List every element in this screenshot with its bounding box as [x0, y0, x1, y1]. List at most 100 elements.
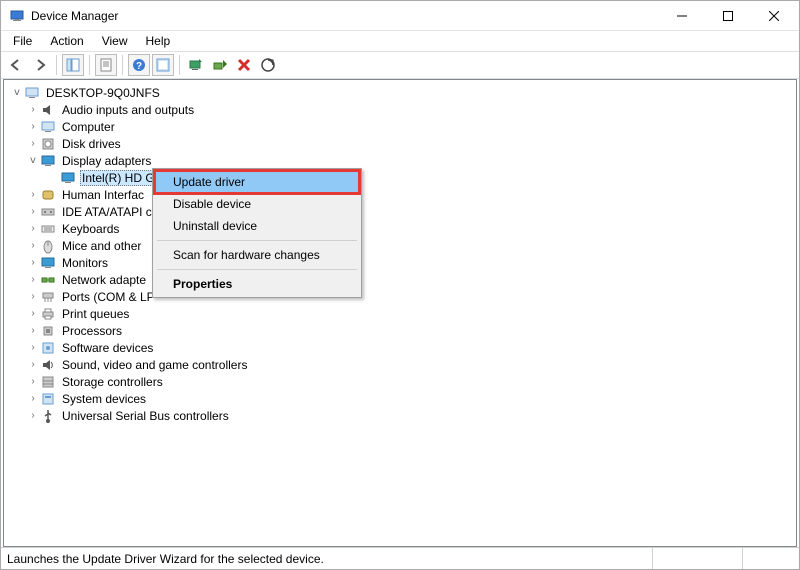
chevron-right-icon[interactable]: › — [26, 359, 40, 370]
hid-icon — [40, 187, 56, 203]
computer-icon — [40, 119, 56, 135]
software-icon — [40, 340, 56, 356]
tree-node[interactable]: ⅴDisplay adapters — [6, 152, 794, 169]
uninstall-button[interactable] — [233, 54, 255, 76]
tree-node-label: Human Interfac — [60, 188, 146, 202]
tree-node[interactable]: › Monitors — [6, 254, 794, 271]
tree-node[interactable]: › Computer — [6, 118, 794, 135]
device-tree[interactable]: ⅴ DESKTOP-9Q0JNFS ›Audio inputs and outp… — [3, 79, 797, 547]
ctx-separator — [157, 269, 357, 270]
chevron-right-icon[interactable]: › — [26, 189, 40, 200]
chevron-right-icon[interactable]: › — [26, 223, 40, 234]
tree-node[interactable]: ›Ports (COM & LP — [6, 288, 794, 305]
ctx-item-label: Properties — [173, 277, 232, 291]
keyboard-icon — [40, 221, 56, 237]
chevron-right-icon[interactable]: › — [26, 308, 40, 319]
chevron-right-icon[interactable]: › — [26, 342, 40, 353]
usb-icon — [40, 408, 56, 424]
properties-button[interactable] — [95, 54, 117, 76]
back-button[interactable] — [5, 54, 27, 76]
tree-node[interactable]: › Sound, video and game controllers — [6, 356, 794, 373]
menu-help[interactable]: Help — [138, 32, 179, 50]
toolbar-separator — [56, 55, 57, 75]
tree-node[interactable]: ›Print queues — [6, 305, 794, 322]
tree-node[interactable]: ›IDE ATA/ATAPI c — [6, 203, 794, 220]
sound-icon — [40, 357, 56, 373]
tree-node[interactable]: ›Keyboards — [6, 220, 794, 237]
ctx-properties[interactable]: Properties — [155, 273, 359, 295]
forward-button[interactable] — [29, 54, 51, 76]
context-menu: Update driver Disable device Uninstall d… — [152, 168, 362, 298]
ctx-update-driver[interactable]: Update driver — [155, 171, 359, 193]
help-button[interactable]: ? — [128, 54, 150, 76]
tree-node[interactable]: ›Software devices — [6, 339, 794, 356]
chevron-right-icon[interactable]: › — [26, 393, 40, 404]
svg-text:?: ? — [136, 61, 142, 72]
tree-node[interactable]: ›Audio inputs and outputs — [6, 101, 794, 118]
chevron-right-icon[interactable]: › — [26, 240, 40, 251]
chevron-right-icon[interactable]: › — [26, 325, 40, 336]
chevron-down-icon[interactable]: ⅴ — [10, 87, 24, 98]
close-button[interactable] — [751, 1, 797, 31]
ports-icon — [40, 289, 56, 305]
action-button[interactable] — [152, 54, 174, 76]
chevron-down-icon[interactable]: ⅴ — [26, 155, 40, 166]
app-icon — [9, 8, 25, 24]
printer-icon — [40, 306, 56, 322]
toolbar-separator — [179, 55, 180, 75]
tree-node[interactable]: ›Processors — [6, 322, 794, 339]
audio-icon — [40, 102, 56, 118]
chevron-right-icon[interactable]: › — [26, 410, 40, 421]
enable-button[interactable] — [209, 54, 231, 76]
menu-file[interactable]: File — [5, 32, 40, 50]
storage-icon — [40, 374, 56, 390]
minimize-button[interactable] — [659, 1, 705, 31]
monitor-icon — [40, 255, 56, 271]
tree-node-label: Computer — [60, 120, 117, 134]
toolbar: ? — [1, 51, 799, 79]
ctx-disable-device[interactable]: Disable device — [155, 193, 359, 215]
tree-root-label: DESKTOP-9Q0JNFS — [44, 86, 162, 100]
show-hide-tree-button[interactable] — [62, 54, 84, 76]
menu-action[interactable]: Action — [42, 32, 91, 50]
cpu-icon — [40, 323, 56, 339]
tree-node-label: Monitors — [60, 256, 110, 270]
update-driver-button[interactable] — [185, 54, 207, 76]
scan-hardware-button[interactable] — [257, 54, 279, 76]
tree-node[interactable]: ›Mice and other — [6, 237, 794, 254]
tree-root[interactable]: ⅴ DESKTOP-9Q0JNFS — [6, 84, 794, 101]
statusbar: Launches the Update Driver Wizard for th… — [1, 547, 799, 569]
tree-node[interactable]: ›Universal Serial Bus controllers — [6, 407, 794, 424]
tree-node[interactable]: › Storage controllers — [6, 373, 794, 390]
tree-node-label: Sound, video and game controllers — [60, 358, 249, 372]
disk-icon — [40, 136, 56, 152]
menu-view[interactable]: View — [94, 32, 136, 50]
display-icon — [40, 153, 56, 169]
maximize-button[interactable] — [705, 1, 751, 31]
chevron-right-icon[interactable]: › — [26, 121, 40, 132]
tree-node-label: Storage controllers — [60, 375, 165, 389]
computer-icon — [24, 85, 40, 101]
network-icon — [40, 272, 56, 288]
chevron-right-icon[interactable]: › — [26, 138, 40, 149]
tree-node[interactable]: ›Network adapte — [6, 271, 794, 288]
ide-icon — [40, 204, 56, 220]
chevron-right-icon[interactable]: › — [26, 274, 40, 285]
ctx-scan-hardware[interactable]: Scan for hardware changes — [155, 244, 359, 266]
chevron-right-icon[interactable]: › — [26, 206, 40, 217]
tree-node[interactable]: ›Disk drives — [6, 135, 794, 152]
ctx-uninstall-device[interactable]: Uninstall device — [155, 215, 359, 237]
chevron-right-icon[interactable]: › — [26, 376, 40, 387]
chevron-right-icon[interactable]: › — [26, 291, 40, 302]
chevron-right-icon[interactable]: › — [26, 257, 40, 268]
tree-node-label: System devices — [60, 392, 148, 406]
ctx-item-label: Update driver — [173, 175, 245, 189]
tree-leaf[interactable]: Intel(R) HD G — [6, 169, 794, 186]
toolbar-separator — [89, 55, 90, 75]
status-text: Launches the Update Driver Wizard for th… — [7, 552, 324, 566]
system-icon — [40, 391, 56, 407]
chevron-right-icon[interactable]: › — [26, 104, 40, 115]
tree-node[interactable]: › System devices — [6, 390, 794, 407]
tree-node[interactable]: › Human Interfac — [6, 186, 794, 203]
status-cell-2 — [653, 548, 743, 569]
